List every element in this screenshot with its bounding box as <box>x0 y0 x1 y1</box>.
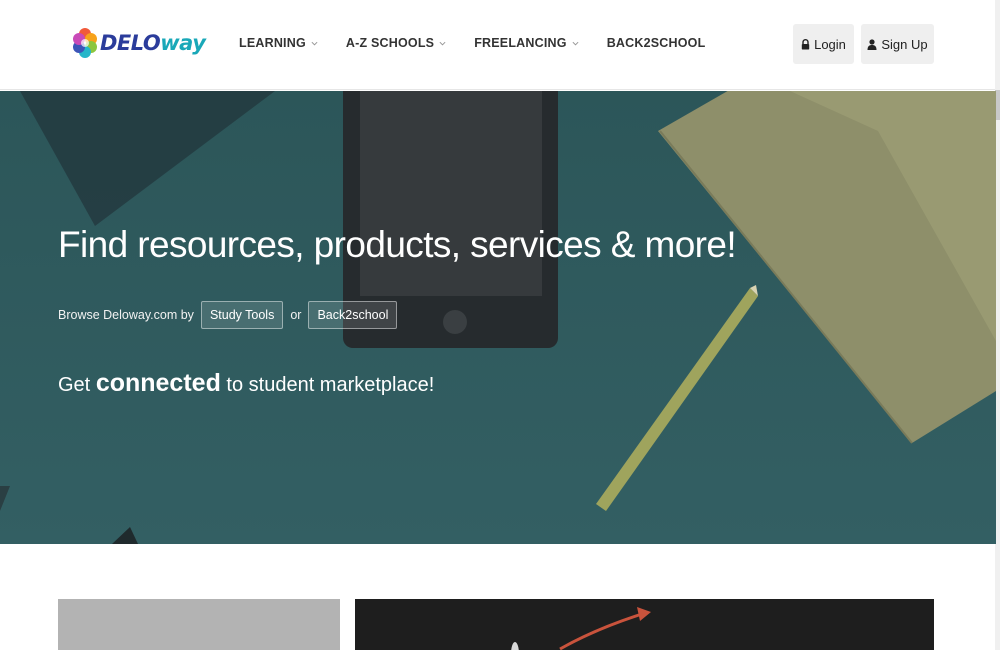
hero-title: Find resources, products, services & mor… <box>58 224 737 265</box>
card-image <box>355 599 934 650</box>
tagline-emphasis: connected <box>95 369 221 397</box>
hero-banner: Find resources, products, services & mor… <box>0 91 996 544</box>
chevron-down-icon <box>439 41 446 46</box>
lock-icon <box>801 38 810 49</box>
study-tools-tag[interactable]: Study Tools <box>200 301 284 329</box>
flower-logo-icon <box>73 28 97 58</box>
browse-row: Browse Deloway.com by Study Tools or Bac… <box>58 301 404 329</box>
nav-learning[interactable]: LEARNING <box>239 36 318 50</box>
nav-freelancing[interactable]: FREELANCING <box>474 36 579 50</box>
login-button[interactable]: Login <box>793 24 854 64</box>
nav-a-z-schools[interactable]: A-Z SCHOOLS <box>346 36 446 50</box>
chevron-down-icon <box>311 41 318 46</box>
main-nav: LEARNING A-Z SCHOOLS FREELANCING BACK2SC… <box>239 36 733 50</box>
browse-or: or <box>290 308 302 322</box>
back2school-tag[interactable]: Back2school <box>308 301 398 329</box>
content-card-left[interactable] <box>58 599 340 650</box>
site-header: DELOway LEARNING A-Z SCHOOLS FREELANCING… <box>0 0 1000 90</box>
content-card-right[interactable] <box>355 599 934 650</box>
logo-wordmark: DELOway <box>100 31 206 55</box>
chevron-down-icon <box>572 41 579 46</box>
site-logo[interactable]: DELOway <box>72 25 206 61</box>
nav-back2school[interactable]: BACK2SCHOOL <box>607 36 706 50</box>
user-icon <box>867 38 877 50</box>
signup-button[interactable]: Sign Up <box>861 24 934 64</box>
hero-tagline: Get connected to student marketplace! <box>58 369 435 397</box>
browse-prefix: Browse Deloway.com by <box>58 308 194 322</box>
